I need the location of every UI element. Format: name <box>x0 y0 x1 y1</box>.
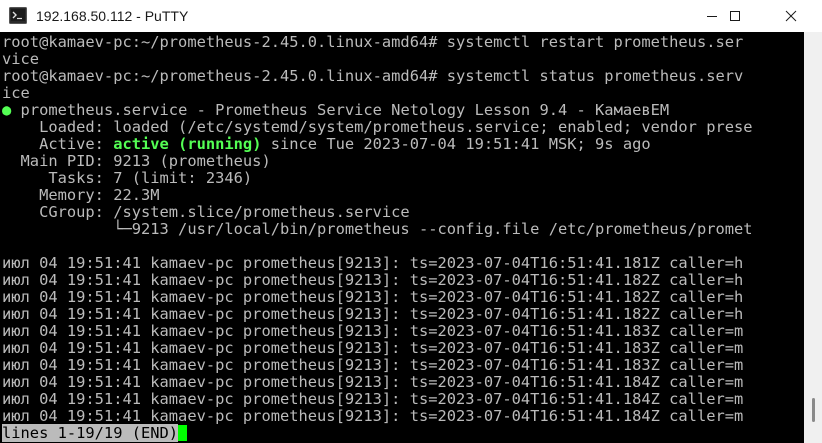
putty-window: 192.168.50.112 - PuTTY root@kamaev-pc:~/… <box>0 0 822 443</box>
pager-status-line: lines 1-19/19 (END) <box>2 424 188 442</box>
terminal-line: root@kamaev-pc:~/prometheus-2.45.0.linux… <box>2 33 744 51</box>
terminal-line: Tasks: 7 (limit: 2346) <box>2 169 253 187</box>
close-icon <box>785 10 797 22</box>
log-line: июл 04 19:51:41 kamaev-pc prometheus[921… <box>2 373 744 391</box>
terminal-line: ice <box>2 84 30 102</box>
log-line: июл 04 19:51:41 kamaev-pc prometheus[921… <box>2 305 744 323</box>
terminal-line: vice <box>2 50 40 68</box>
terminal-line: Loaded: loaded (/etc/systemd/system/prom… <box>2 118 753 136</box>
window-title: 192.168.50.112 - PuTTY <box>36 8 189 24</box>
pager-status: lines 1-19/19 (END) <box>2 424 179 442</box>
log-line: июл 04 19:51:41 kamaev-pc prometheus[921… <box>2 254 744 272</box>
maximize-icon <box>730 11 740 21</box>
service-header-line: ● prometheus.service - Prometheus Servic… <box>2 102 669 119</box>
log-line: июл 04 19:51:41 kamaev-pc prometheus[921… <box>2 271 744 289</box>
active-status-line: Active: active (running) since Tue 2023-… <box>2 136 651 153</box>
terminal-screen[interactable]: root@kamaev-pc:~/prometheus-2.45.0.linux… <box>0 32 804 443</box>
maximize-button[interactable] <box>712 0 758 32</box>
active-label: Active: <box>2 135 114 153</box>
log-line: июл 04 19:51:41 kamaev-pc prometheus[921… <box>2 339 744 357</box>
putty-terminal-icon <box>9 7 27 24</box>
log-line: июл 04 19:51:41 kamaev-pc prometheus[921… <box>2 390 744 408</box>
service-status-bullet-icon: ● <box>2 101 12 119</box>
title-bar[interactable]: 192.168.50.112 - PuTTY <box>0 0 822 32</box>
log-line: июл 04 19:51:41 kamaev-pc prometheus[921… <box>2 356 744 374</box>
terminal-line: root@kamaev-pc:~/prometheus-2.45.0.linux… <box>2 67 744 85</box>
text-cursor <box>178 425 188 441</box>
active-since: since Tue 2023-07-04 19:51:41 MSK; 9s ag… <box>261 135 651 153</box>
log-line: июл 04 19:51:41 kamaev-pc prometheus[921… <box>2 322 744 340</box>
log-line: июл 04 19:51:41 kamaev-pc prometheus[921… <box>2 407 744 425</box>
vertical-scrollbar[interactable] <box>804 32 822 443</box>
active-status-value: active (running) <box>113 135 262 153</box>
log-line: июл 04 19:51:41 kamaev-pc prometheus[921… <box>2 288 744 306</box>
terminal-line: Main PID: 9213 (prometheus) <box>2 152 271 170</box>
close-button[interactable] <box>768 0 814 32</box>
service-description: prometheus.service - Prometheus Service … <box>11 101 670 119</box>
terminal-line: └─9213 /usr/local/bin/prometheus --confi… <box>2 220 753 238</box>
terminal-line: CGroup: /system.slice/prometheus.service <box>2 203 410 221</box>
terminal-line: Memory: 22.3M <box>2 186 160 204</box>
scrollbar-thumb[interactable] <box>812 398 815 422</box>
